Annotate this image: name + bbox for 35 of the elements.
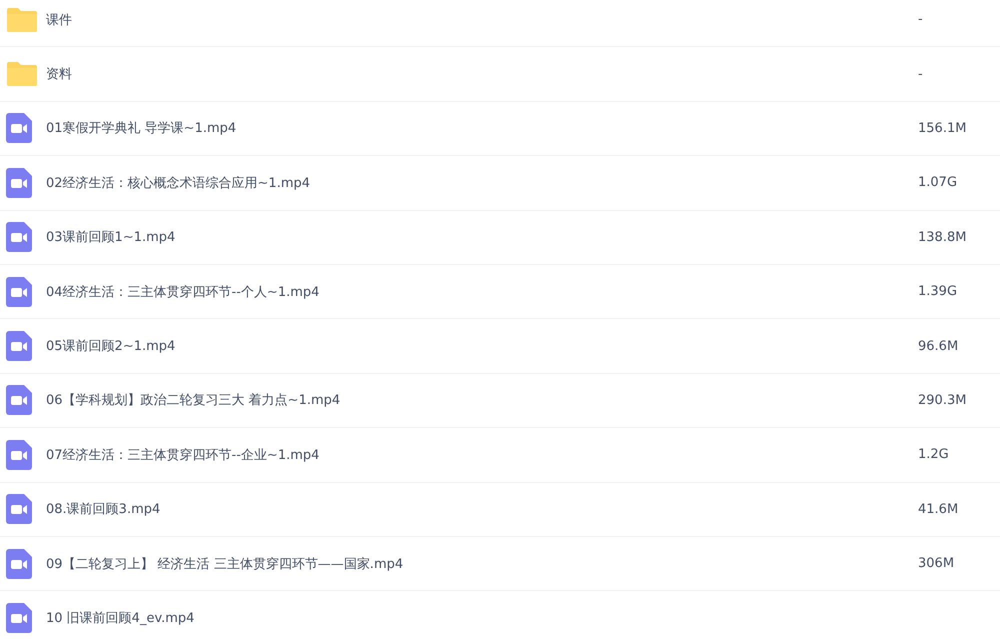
file-size: 138.8M [918, 230, 968, 245]
file-name[interactable]: 04经济生活：三主体贯穿四环节--个人~1.mp4 [46, 282, 918, 301]
video-file-icon [6, 222, 32, 252]
video-file-icon [6, 168, 32, 198]
file-name[interactable]: 08.课前回顾3.mp4 [46, 500, 918, 518]
file-size: - [918, 66, 924, 82]
video-file-icon [6, 548, 32, 579]
video-file-icon [6, 113, 32, 144]
folder-icon [6, 6, 38, 33]
folder-icon [6, 61, 38, 88]
file-size: 1.07G [918, 175, 958, 190]
file-size: - [918, 12, 924, 28]
file-size: 41.6M [918, 502, 960, 517]
file-size: 1.2G [918, 447, 950, 462]
file-name[interactable]: 03课前回顾1~1.mp4 [46, 228, 918, 246]
file-name[interactable]: 02经济生活：核心概念术语综合应用~1.mp4 [46, 174, 918, 192]
file-size: 96.6M [918, 338, 960, 354]
file-name[interactable]: 05课前回顾2~1.mp4 [46, 337, 918, 356]
file-name[interactable]: 资料 [46, 65, 918, 84]
file-size: 290.3M [918, 392, 968, 408]
file-size: 1.39G [918, 284, 958, 300]
file-name[interactable]: 09【二轮复习上】 经济生活 三主体贯穿四环节——国家.mp4 [46, 554, 918, 573]
video-file-icon [6, 440, 32, 470]
file-name[interactable]: 10 旧课前回顾4_ev.mp4 [46, 608, 918, 627]
video-file-icon [6, 276, 32, 307]
video-file-icon [6, 331, 32, 362]
video-file-icon [6, 494, 32, 524]
file-name[interactable]: 课件 [46, 10, 918, 29]
file-name[interactable]: 01寒假开学典礼 导学课~1.mp4 [46, 119, 918, 138]
file-name[interactable]: 07经济生活：三主体贯穿四环节--企业~1.mp4 [46, 446, 918, 464]
file-name[interactable]: 06【学科规划】政治二轮复习三大 着力点~1.mp4 [46, 391, 918, 410]
video-file-icon [6, 385, 32, 416]
file-size: 306M [918, 556, 956, 572]
video-file-icon [6, 602, 32, 633]
file-size: 156.1M [918, 120, 968, 136]
